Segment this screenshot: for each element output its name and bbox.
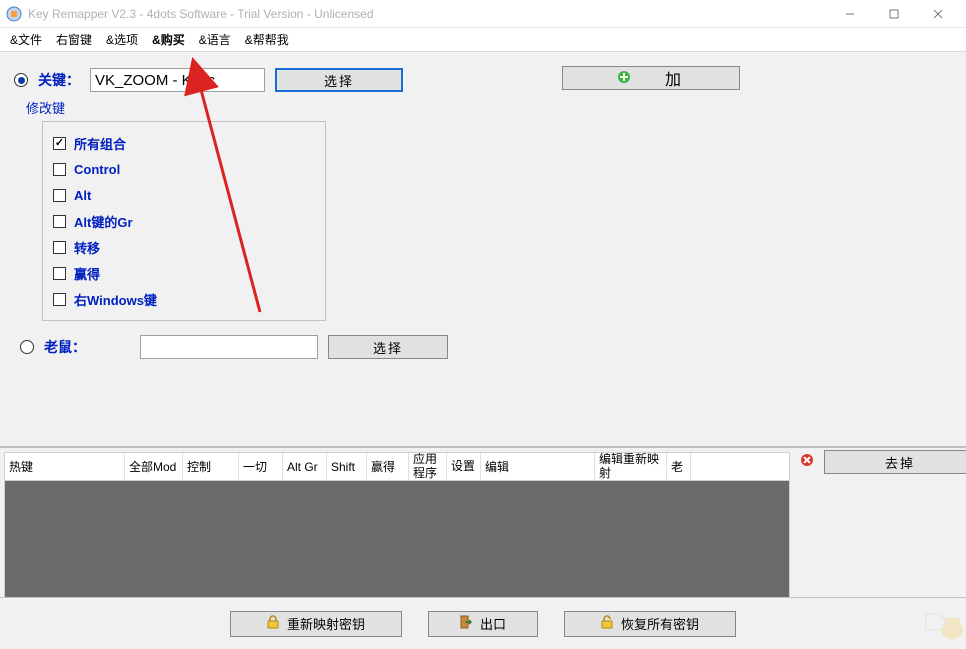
menu-file[interactable]: &文件 xyxy=(10,31,42,48)
th-shift[interactable]: Shift xyxy=(327,453,367,480)
mouse-row: 老鼠： 选择 xyxy=(20,335,952,359)
window-title: Key Remapper V2.3 - 4dots Software - Tri… xyxy=(28,7,374,21)
chk-label: Alt键的Gr xyxy=(74,212,133,231)
checkbox-icon xyxy=(53,293,66,306)
modifiers-title: 修改键 xyxy=(26,98,952,117)
checkbox-icon xyxy=(53,267,66,280)
th-app[interactable]: 应用程序 xyxy=(409,453,447,480)
titlebar: Key Remapper V2.3 - 4dots Software - Tri… xyxy=(0,0,966,28)
menubar: &文件 右窗键 &选项 &购买 &语言 &帮帮我 xyxy=(0,28,966,52)
table-header: 热键 全部Mod 控制 一切 Alt Gr Shift 赢得 应用程序 设置 编… xyxy=(5,453,789,481)
checkbox-icon: ✓ xyxy=(53,137,66,150)
th-hotkey[interactable]: 热键 xyxy=(5,453,125,480)
select-key-button[interactable]: 选择 xyxy=(275,68,403,92)
mouse-input[interactable] xyxy=(140,335,318,359)
th-set[interactable]: 设置 xyxy=(447,453,481,480)
th-editremap[interactable]: 编辑重新映射 xyxy=(595,453,667,480)
exit-label: 出口 xyxy=(480,614,506,633)
content-area: 关键： 选择 加 修改键 ✓ 所有组合 Control Alt Alt键的Gr xyxy=(0,52,966,597)
chk-label: 右Windows键 xyxy=(74,290,157,309)
right-column: 加 xyxy=(562,66,740,90)
menu-options[interactable]: &选项 xyxy=(106,31,138,48)
lock-open-icon xyxy=(601,615,613,632)
key-input[interactable] xyxy=(90,68,265,92)
key-row: 关键： 选择 xyxy=(14,66,952,94)
add-button[interactable]: 加 xyxy=(562,66,740,90)
checkbox-icon xyxy=(53,215,66,228)
chk-label: Control xyxy=(74,162,120,177)
th-control[interactable]: 控制 xyxy=(183,453,239,480)
maximize-button[interactable] xyxy=(872,0,916,27)
chk-shift[interactable]: 转移 xyxy=(53,234,315,260)
table-area: 热键 全部Mod 控制 一切 Alt Gr Shift 赢得 应用程序 设置 编… xyxy=(0,446,966,448)
restore-button[interactable]: 恢复所有密钥 xyxy=(564,611,736,637)
restore-label: 恢复所有密钥 xyxy=(621,614,699,633)
exit-button[interactable]: 出口 xyxy=(428,611,538,637)
chk-alt[interactable]: Alt xyxy=(53,182,315,208)
chk-label: 转移 xyxy=(74,238,100,257)
remove-icon xyxy=(800,453,814,472)
modifiers-box: ✓ 所有组合 Control Alt Alt键的Gr 转移 赢得 右Window… xyxy=(42,121,326,321)
remove-row: 去掉 xyxy=(800,450,966,474)
plus-icon xyxy=(617,70,631,87)
chk-label: 赢得 xyxy=(74,264,100,283)
th-old[interactable]: 老 xyxy=(667,453,691,480)
radio-mouse[interactable] xyxy=(20,340,34,354)
window-controls xyxy=(828,0,960,27)
chk-rwin[interactable]: 右Windows键 xyxy=(53,286,315,312)
footer: 重新映射密钥 出口 恢复所有密钥 xyxy=(0,597,966,649)
menu-buy[interactable]: &购买 xyxy=(152,31,185,48)
watermark-icon xyxy=(922,606,964,647)
exit-icon xyxy=(460,615,472,632)
th-altgr[interactable]: Alt Gr xyxy=(283,453,327,480)
chk-label: Alt xyxy=(74,188,91,203)
th-edit[interactable]: 编辑 xyxy=(481,453,595,480)
checkbox-icon xyxy=(53,241,66,254)
remap-label: 重新映射密钥 xyxy=(287,614,365,633)
th-win[interactable]: 赢得 xyxy=(367,453,409,480)
menu-right-key[interactable]: 右窗键 xyxy=(56,31,92,48)
th-alt[interactable]: 一切 xyxy=(239,453,283,480)
chk-win[interactable]: 赢得 xyxy=(53,260,315,286)
remove-button[interactable]: 去掉 xyxy=(824,450,966,474)
th-allmod[interactable]: 全部Mod xyxy=(125,453,183,480)
mouse-label: 老鼠： xyxy=(44,337,86,357)
remap-button[interactable]: 重新映射密钥 xyxy=(230,611,402,637)
chk-altgr[interactable]: Alt键的Gr xyxy=(53,208,315,234)
add-button-label: 加 xyxy=(665,66,685,90)
menu-language[interactable]: &语言 xyxy=(199,31,231,48)
app-icon xyxy=(6,6,22,22)
chk-all-combo[interactable]: ✓ 所有组合 xyxy=(53,130,315,156)
key-label: 关键： xyxy=(38,70,80,90)
menu-help[interactable]: &帮帮我 xyxy=(245,31,289,48)
checkbox-icon xyxy=(53,163,66,176)
close-button[interactable] xyxy=(916,0,960,27)
lock-closed-icon xyxy=(267,615,279,632)
radio-key[interactable] xyxy=(14,73,28,87)
select-mouse-button[interactable]: 选择 xyxy=(328,335,448,359)
checkbox-icon xyxy=(53,189,66,202)
minimize-button[interactable] xyxy=(828,0,872,27)
chk-label: 所有组合 xyxy=(74,134,126,153)
chk-control[interactable]: Control xyxy=(53,156,315,182)
